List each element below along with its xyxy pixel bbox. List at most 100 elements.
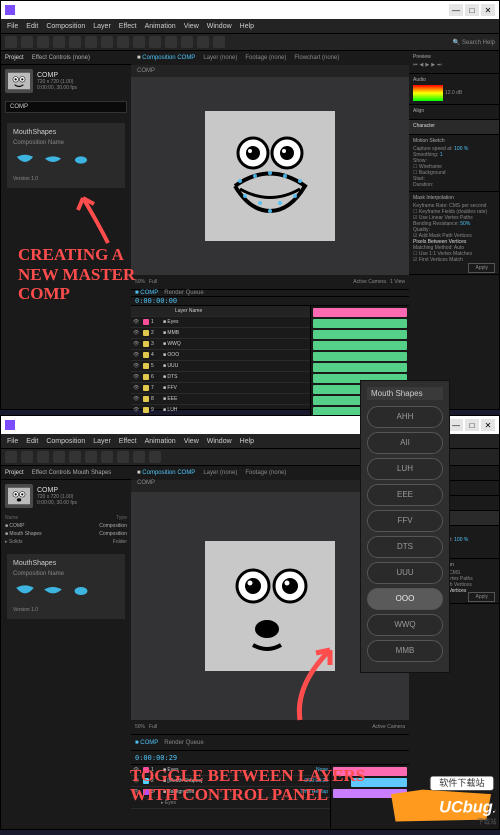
tool-camera[interactable] [69, 36, 81, 48]
mouth-shape-luh[interactable]: LUH [367, 458, 443, 480]
vtab-flowchart[interactable]: Flowchart (none) [294, 55, 339, 61]
tab2-project[interactable]: Project [5, 470, 24, 476]
vf-view[interactable]: 1 View [390, 279, 405, 285]
tool-eraser[interactable] [181, 36, 193, 48]
vf-camera[interactable]: Active Camera [353, 279, 386, 285]
tool2-zoom[interactable] [37, 451, 49, 463]
tool-roto[interactable] [197, 36, 209, 48]
tool-zoom[interactable] [37, 36, 49, 48]
layer-row[interactable]: 👁2■ MMB [131, 328, 310, 339]
menu-view[interactable]: View [184, 23, 199, 30]
tab-project[interactable]: Project [5, 55, 24, 61]
mouth-shape-wwq[interactable]: WWQ [367, 614, 443, 636]
tool2-pen[interactable] [117, 451, 129, 463]
tl-tab[interactable]: ■ COMP [135, 290, 158, 296]
tool-rotate[interactable] [53, 36, 65, 48]
play-icon[interactable]: ▶ [425, 62, 429, 68]
apply-button-2[interactable]: Apply [468, 592, 495, 602]
project-search[interactable]: COMP [5, 101, 127, 113]
play-first-icon[interactable]: ⏮ [413, 62, 418, 68]
tl2-tab[interactable]: ■ COMP [135, 740, 158, 746]
play-next-icon[interactable]: ▶ [431, 62, 435, 68]
menu-layer[interactable]: Layer [93, 23, 111, 30]
timecode[interactable]: 0:00:00:00 [135, 297, 177, 305]
menu-edit[interactable]: Edit [26, 23, 38, 30]
tab2-ec[interactable]: Effect Controls Mouth Shapes [32, 470, 112, 476]
rp-character[interactable]: Character [413, 123, 495, 129]
mouth-thumb2-1[interactable] [13, 581, 37, 601]
tool2-rotate[interactable] [53, 451, 65, 463]
mouth-shape-dts[interactable]: DTS [367, 536, 443, 558]
mouth-shape-eee[interactable]: EEE [367, 484, 443, 506]
mouth-shape-ooo[interactable]: OOO [367, 588, 443, 610]
menu2-file[interactable]: File [7, 438, 18, 445]
menu-effect[interactable]: Effect [119, 23, 137, 30]
tool2-text[interactable] [133, 451, 145, 463]
mouth-shape-uuu[interactable]: UUU [367, 562, 443, 584]
vf-full[interactable]: Full [149, 279, 157, 285]
tool-shape[interactable] [101, 36, 113, 48]
play-last-icon[interactable]: ⏭ [437, 62, 442, 68]
vtab-layer[interactable]: Layer (none) [203, 55, 237, 61]
tool2-camera[interactable] [69, 451, 81, 463]
layer-row[interactable]: 👁1■ Eyes [131, 317, 310, 328]
tool2-brush[interactable] [149, 451, 161, 463]
menu2-animation[interactable]: Animation [145, 438, 176, 445]
maximize-button-2[interactable]: □ [465, 419, 479, 431]
breadcrumb[interactable]: COMP [131, 65, 409, 77]
mouth-shape-mmb[interactable]: MMB [367, 640, 443, 662]
menu2-window[interactable]: Window [207, 438, 232, 445]
mouth-thumb-1[interactable] [13, 150, 37, 170]
mouth-shapes-float-panel[interactable]: Mouth Shapes AHHAIILUHEEEFFVDTSUUUOOOWWQ… [360, 380, 450, 673]
layer-row[interactable]: 👁6■ DTS [131, 372, 310, 383]
menu-animation[interactable]: Animation [145, 23, 176, 30]
vtab-footage[interactable]: Footage (none) [245, 55, 286, 61]
layer-row[interactable]: 👁8■ EEE [131, 394, 310, 405]
tl-rq[interactable]: Render Queue [164, 290, 203, 296]
apply-button[interactable]: Apply [468, 263, 495, 273]
menu2-edit[interactable]: Edit [26, 438, 38, 445]
menu-composition[interactable]: Composition [46, 23, 85, 30]
zoom[interactable]: 50% [135, 279, 145, 285]
minimize-button-2[interactable]: — [449, 419, 463, 431]
layer-row[interactable]: 👁3■ BackgroundTime Remap [131, 787, 330, 798]
play-prev-icon[interactable]: ◀ [420, 62, 424, 68]
mouth-thumb2-2[interactable] [41, 581, 65, 601]
menu-help[interactable]: Help [240, 23, 254, 30]
maximize-button[interactable]: □ [465, 4, 479, 16]
menu2-help[interactable]: Help [240, 438, 254, 445]
layer-row[interactable]: 👁7■ FFV [131, 383, 310, 394]
project-list[interactable]: NameType ■ COMPComposition ■ Mouth Shape… [1, 512, 131, 548]
menu2-view[interactable]: View [184, 438, 199, 445]
minimize-button[interactable]: — [449, 4, 463, 16]
mouth-shape-ffv[interactable]: FFV [367, 510, 443, 532]
tool2-hand[interactable] [21, 451, 33, 463]
close-button-2[interactable]: ✕ [481, 419, 495, 431]
menu2-layer[interactable]: Layer [93, 438, 111, 445]
tool2-shape[interactable] [101, 451, 113, 463]
tool-stamp[interactable] [165, 36, 177, 48]
vtab2-comp[interactable]: ■ Composition COMP [137, 470, 195, 476]
menu2-composition[interactable]: Composition [46, 438, 85, 445]
menu-file[interactable]: File [7, 23, 18, 30]
mouth-shape-aii[interactable]: AII [367, 432, 443, 454]
menu2-effect[interactable]: Effect [119, 438, 137, 445]
mouth-shape-ahh[interactable]: AHH [367, 406, 443, 428]
tool-selection[interactable] [5, 36, 17, 48]
layer-row[interactable]: 👁5■ UUU [131, 361, 310, 372]
mouth-thumb-3[interactable] [69, 150, 93, 170]
vtab-comp[interactable]: ■ Composition COMP [137, 55, 195, 61]
tool-pen[interactable] [117, 36, 129, 48]
tool-brush[interactable] [149, 36, 161, 48]
tab-effect-controls[interactable]: Effect Controls (none) [32, 55, 90, 61]
layer-row[interactable]: 👁3■ WWQ [131, 339, 310, 350]
menu-window[interactable]: Window [207, 23, 232, 30]
tool-text[interactable] [133, 36, 145, 48]
viewer[interactable] [131, 77, 409, 275]
mouth-thumb2-3[interactable] [69, 581, 93, 601]
tool2-selection[interactable] [5, 451, 17, 463]
tool-puppet[interactable] [213, 36, 225, 48]
tool-hand[interactable] [21, 36, 33, 48]
search-help[interactable]: 🔍 Search Help [453, 39, 495, 46]
tool2-anchor[interactable] [85, 451, 97, 463]
